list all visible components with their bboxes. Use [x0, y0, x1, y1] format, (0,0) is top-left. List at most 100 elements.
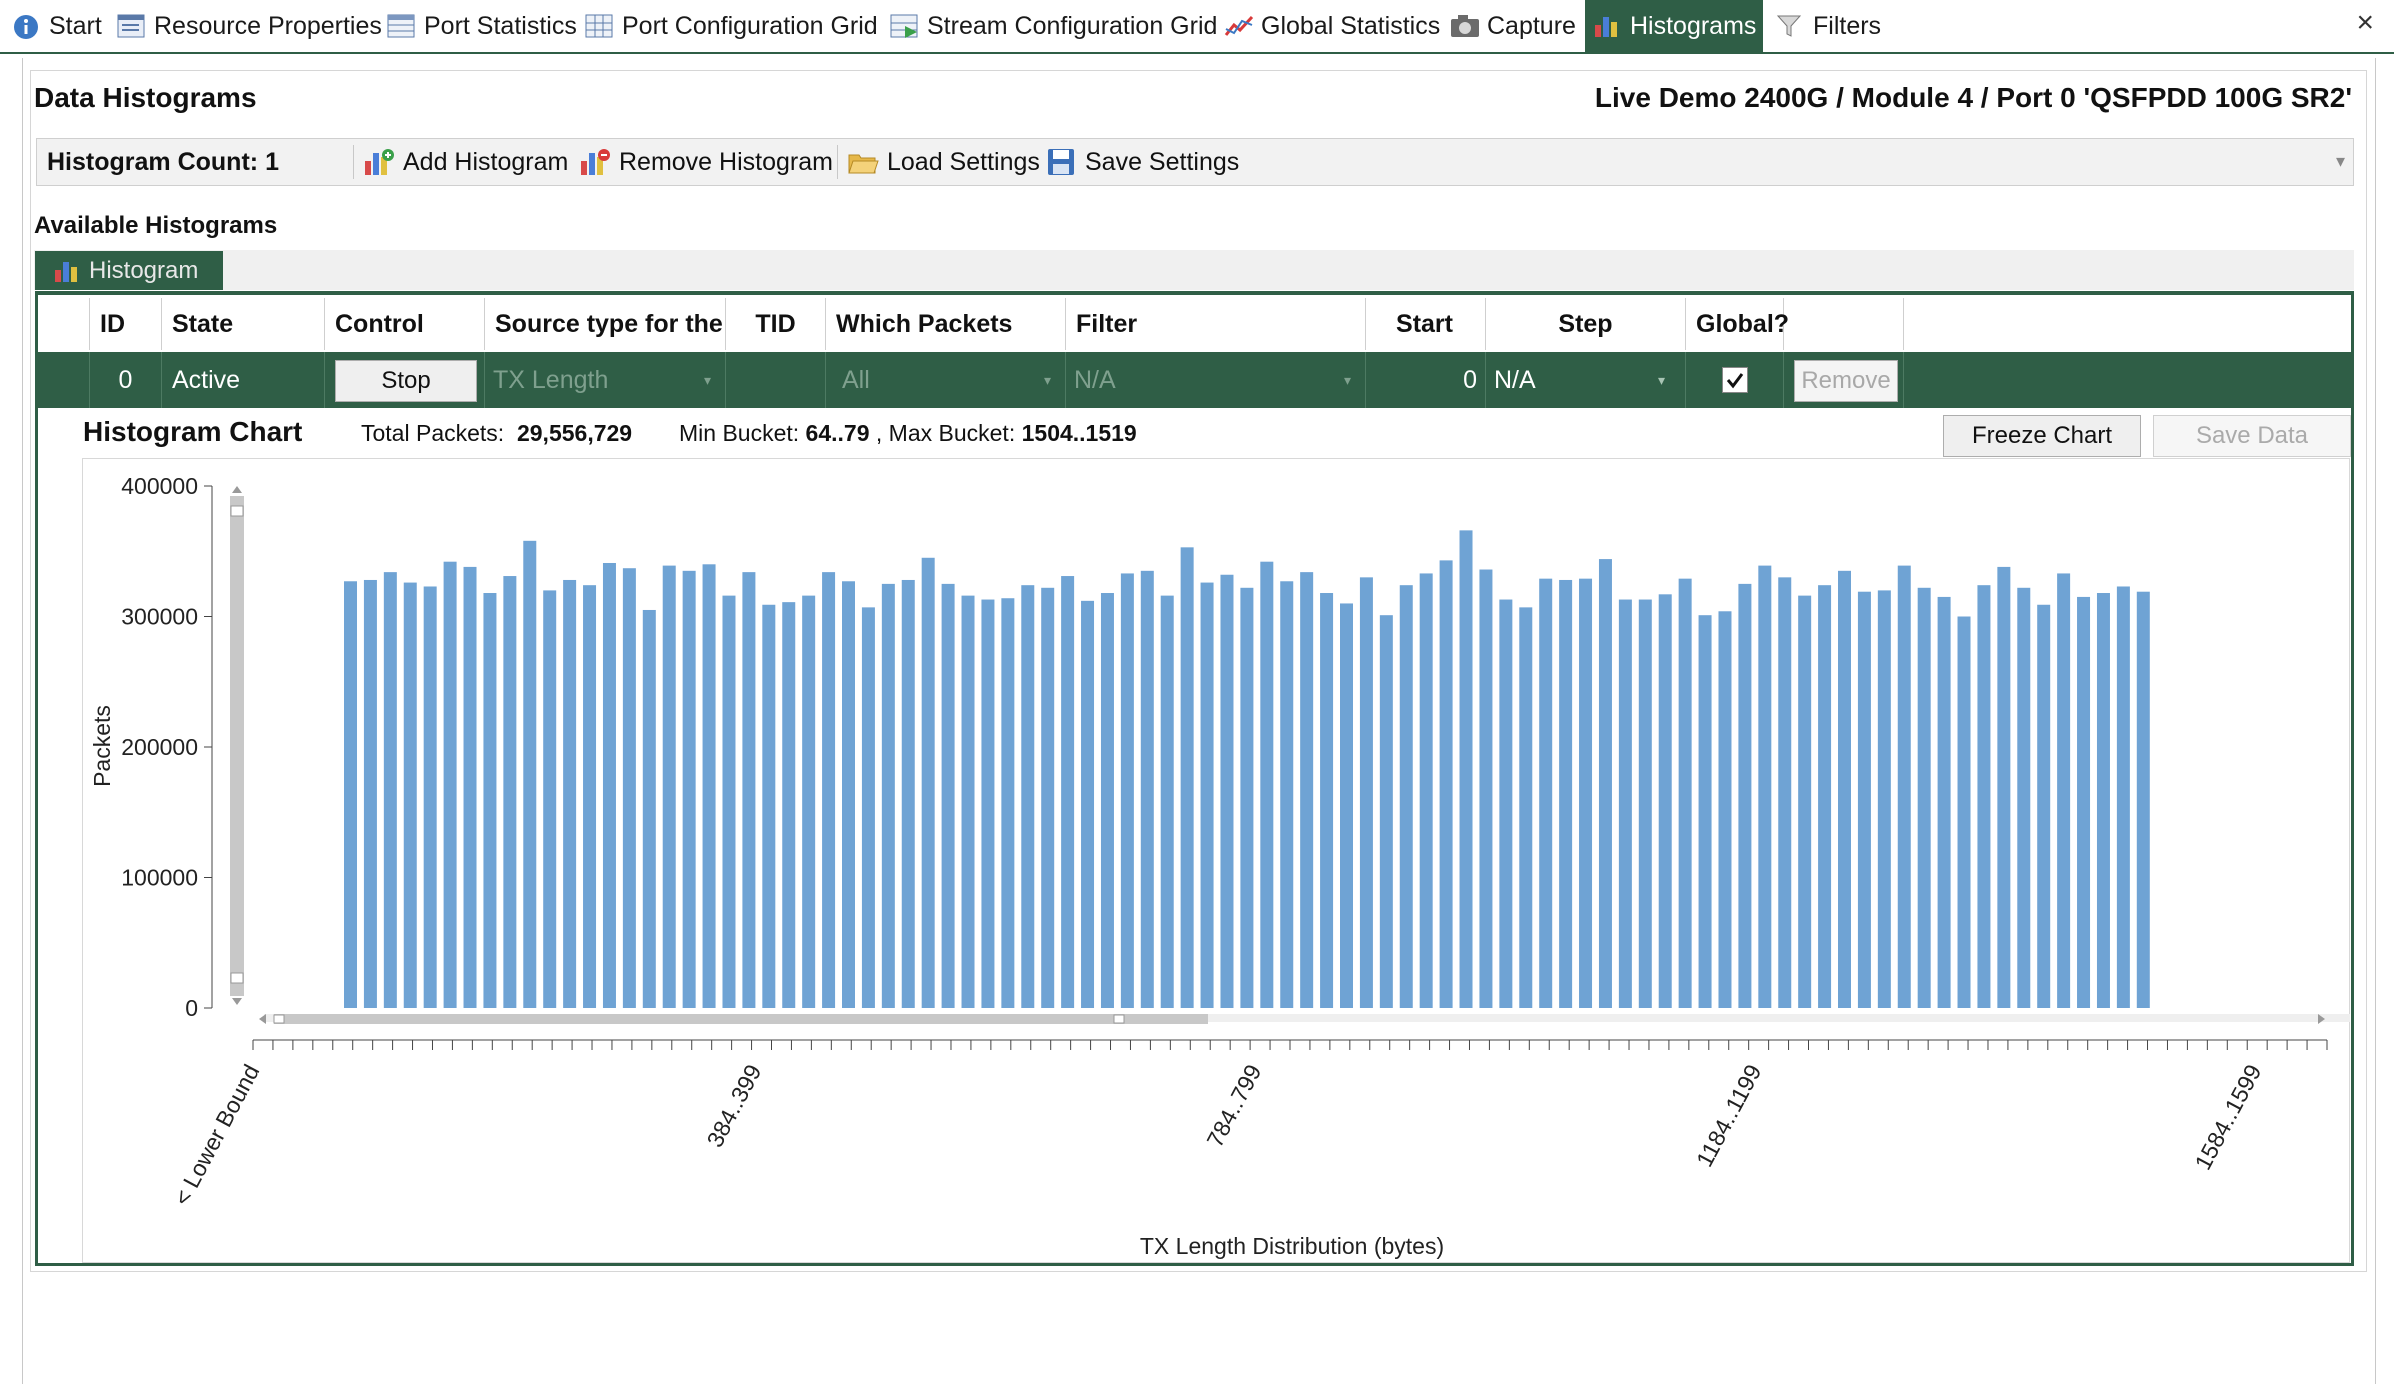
max-bucket-value: 1504..1519	[1021, 420, 1137, 446]
filter-select[interactable]: N/A ▾	[1066, 352, 1366, 408]
histogram-bar	[1140, 570, 1154, 1008]
header-state[interactable]: State	[162, 298, 325, 350]
histogram-bar	[1041, 587, 1055, 1008]
header-step[interactable]: Step	[1486, 298, 1686, 350]
tab-resource-properties[interactable]: Resource Properties	[117, 0, 382, 52]
histogram-bar	[622, 568, 636, 1008]
histogram-bar	[2057, 573, 2071, 1008]
header-tid[interactable]: TID	[726, 298, 826, 350]
stop-button[interactable]: Stop	[335, 360, 477, 402]
histogram-bar	[1997, 566, 2011, 1008]
folder-open-icon	[847, 147, 879, 177]
header-start[interactable]: Start	[1366, 298, 1486, 350]
bucket-range: Min Bucket: 64..79 , Max Bucket: 1504..1…	[679, 420, 1137, 446]
header-which-packets[interactable]: Which Packets	[826, 298, 1066, 350]
histogram-bar	[1857, 591, 1871, 1008]
histogram-bar	[981, 599, 995, 1008]
histogram-bar	[1877, 590, 1891, 1008]
y-tick-label: 100000	[121, 865, 198, 891]
histogram-bar	[1579, 578, 1593, 1008]
histogram-bar	[1559, 579, 1573, 1008]
cell-id: 0	[90, 352, 162, 408]
histogram-bar	[1598, 559, 1612, 1008]
histogram-bar	[2017, 587, 2031, 1008]
histogram-bar	[543, 590, 557, 1008]
histogram-bar	[1220, 574, 1234, 1008]
x-axis-label: TX Length Distribution (bytes)	[1140, 1233, 1444, 1259]
tab-histograms[interactable]: Histograms	[1585, 0, 1763, 52]
funnel-icon	[1776, 13, 1804, 39]
chevron-down-icon: ▾	[703, 371, 711, 388]
histogram-bar	[1439, 560, 1453, 1008]
tab-capture[interactable]: Capture	[1450, 0, 1576, 52]
histogram-bar	[762, 604, 776, 1008]
toolbar: Histogram Count: 1 Add Histogram Remove …	[36, 138, 2354, 186]
x-scroll-handle-right[interactable]	[1113, 1014, 1125, 1024]
chevron-down-icon: ▾	[1343, 371, 1351, 388]
remove-row-button[interactable]: Remove	[1794, 360, 1898, 402]
chevron-down-icon: ▾	[1657, 371, 1665, 388]
header-filter[interactable]: Filter	[1066, 298, 1366, 350]
histogram-bar	[722, 595, 736, 1008]
tab-global-statistics[interactable]: Global Statistics	[1224, 0, 1440, 52]
histogram-bar	[822, 572, 836, 1008]
tab-port-statistics[interactable]: Port Statistics	[387, 0, 577, 52]
tab-port-configuration-grid[interactable]: Port Configuration Grid	[585, 0, 878, 52]
histogram-bar	[1718, 611, 1732, 1008]
histogram-bar	[2136, 591, 2150, 1008]
header-source-type[interactable]: Source type for the	[485, 298, 726, 350]
scroll-up-arrow-icon[interactable]	[232, 486, 242, 493]
histogram-count-value: 1	[265, 147, 279, 176]
histogram-bar	[423, 586, 437, 1008]
row-selector[interactable]	[38, 352, 90, 408]
histogram-bar	[1778, 577, 1792, 1008]
start-field[interactable]: 0	[1366, 352, 1486, 408]
histogram-bar	[602, 562, 616, 1008]
histogram-bar	[1260, 561, 1274, 1008]
header-control[interactable]: Control	[325, 298, 485, 350]
remove-histogram-button[interactable]: Remove Histogram	[579, 139, 833, 185]
histogram-bar	[1499, 599, 1513, 1008]
y-scrollbar[interactable]	[230, 496, 244, 996]
close-icon[interactable]: ×	[2356, 6, 2374, 40]
header-id[interactable]: ID	[90, 298, 162, 350]
histogram-bar	[1200, 582, 1214, 1008]
x-scroll-handle-left[interactable]	[273, 1014, 285, 1024]
add-histogram-button[interactable]: Add Histogram	[363, 139, 568, 185]
scroll-left-arrow-icon[interactable]	[259, 1014, 266, 1024]
subtab-strip	[34, 250, 2354, 290]
step-select[interactable]: N/A ▾	[1486, 352, 1686, 408]
cell-state: Active	[162, 352, 325, 408]
properties-icon	[117, 13, 145, 39]
global-checkbox[interactable]	[1721, 367, 1748, 393]
tab-filters[interactable]: Filters	[1776, 0, 1881, 52]
y-scroll-handle-bottom[interactable]	[230, 972, 244, 984]
histogram-bar	[1399, 585, 1413, 1008]
histogram-bar	[1698, 615, 1712, 1008]
save-data-button[interactable]: Save Data	[2153, 415, 2351, 457]
chart-title: Histogram Chart	[83, 416, 303, 447]
which-packets-select[interactable]: All ▾	[826, 352, 1066, 408]
histogram-bar	[483, 593, 497, 1008]
histogram-bar	[1937, 596, 1951, 1008]
histogram-bar	[1379, 615, 1393, 1008]
histogram-bar	[1539, 578, 1553, 1008]
source-type-select[interactable]: TX Length ▾	[485, 352, 726, 408]
y-scroll-handle-top[interactable]	[230, 505, 244, 517]
save-settings-button[interactable]: Save Settings	[1045, 139, 1239, 185]
toolbar-overflow-icon[interactable]: ▾	[2336, 151, 2345, 172]
load-settings-button[interactable]: Load Settings	[847, 139, 1040, 185]
histogram-bar	[463, 566, 477, 1008]
stream-grid-icon	[890, 13, 918, 39]
subtab-histogram[interactable]: Histogram	[35, 251, 223, 290]
x-scrollbar[interactable]	[274, 1014, 1208, 1024]
tab-stream-configuration-grid[interactable]: Stream Configuration Grid	[890, 0, 1217, 52]
histogram-chart: 400000 300000 200000 100000 0 Packets < Lower …	[89, 473, 2350, 1259]
header-global[interactable]: Global?	[1686, 298, 1789, 350]
freeze-chart-button[interactable]: Freeze Chart	[1943, 415, 2141, 457]
histogram-bar	[1061, 576, 1075, 1008]
header-remove	[1784, 298, 1904, 350]
scroll-down-arrow-icon[interactable]	[232, 998, 242, 1005]
histogram-bar	[2077, 596, 2091, 1008]
tab-start[interactable]: Start	[12, 0, 102, 52]
